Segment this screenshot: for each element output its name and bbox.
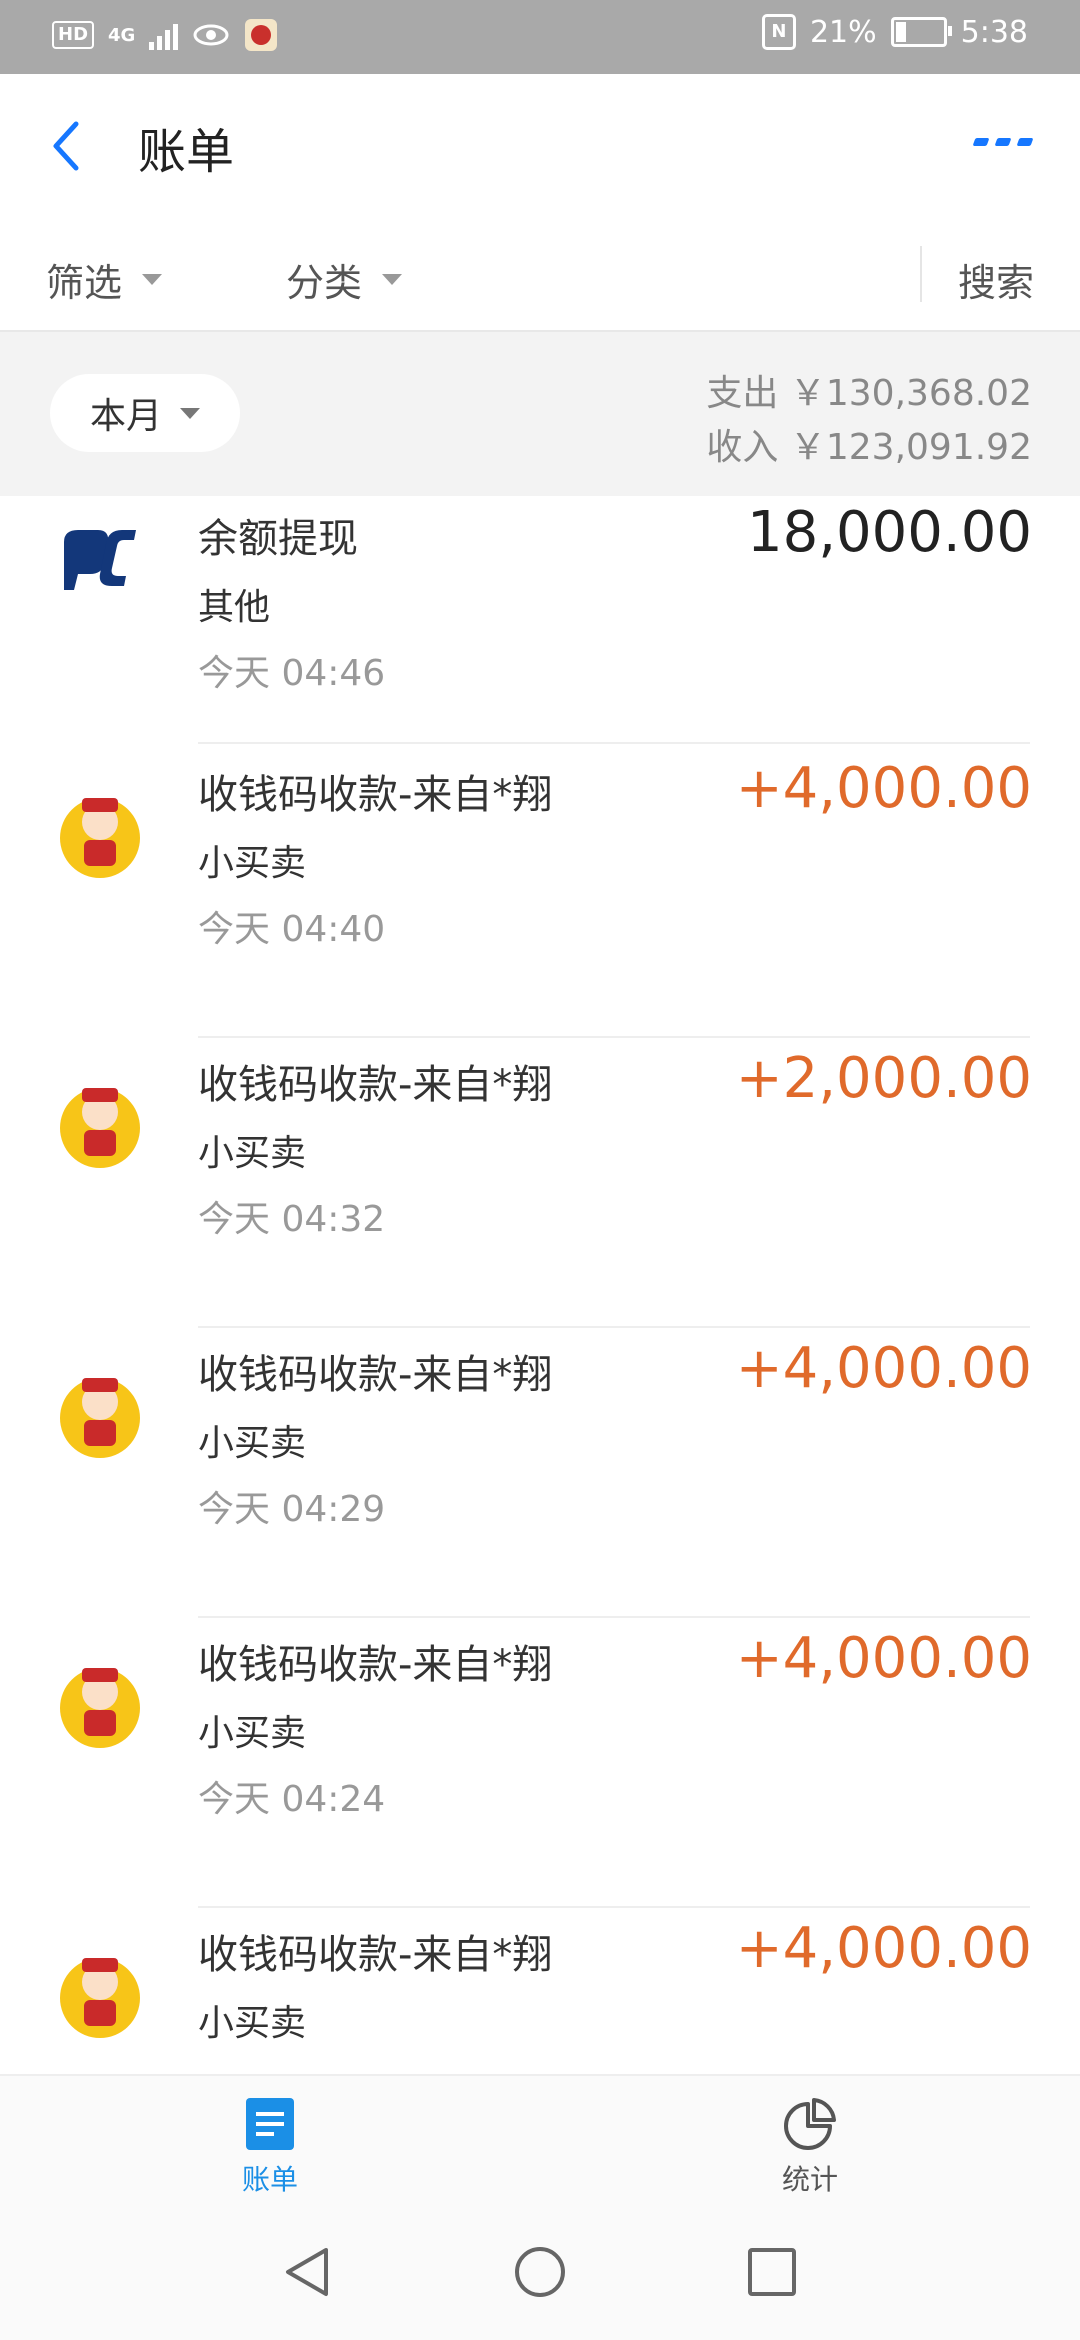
tab-stats-label: 统计 [781, 2163, 838, 2196]
transaction-name: 收钱码收款-来自*翔 [198, 1352, 553, 1398]
month-summary: 本月 支出 ￥130,368.02 收入 ￥123,091.92 [0, 332, 1080, 496]
merchant-avatar-icon [60, 798, 140, 878]
transaction-list[interactable]: 余额提现 其他 今天 04:46 18,000.00 收钱码收款-来自*翔 小买… [0, 496, 1080, 2074]
nav-recents-icon[interactable] [746, 2244, 798, 2300]
divider [198, 742, 1030, 744]
transaction-time: 今天 04:32 [198, 1199, 386, 1240]
caret-down-icon [180, 407, 200, 419]
transaction-category: 小买卖 [198, 843, 307, 884]
transaction-category: 其他 [198, 587, 271, 628]
tab-stats[interactable]: 统计 [770, 2096, 850, 2198]
transaction-time: 今天 04:40 [198, 909, 386, 950]
bottom-tab-bar: 账单 统计 [0, 2074, 1080, 2212]
back-arrow-icon[interactable] [40, 118, 96, 174]
caret-down-icon [382, 274, 403, 285]
transaction-time: 今天 04:46 [198, 653, 386, 694]
transaction-row[interactable]: 余额提现 其他 今天 04:46 18,000.00 [0, 496, 1080, 744]
merchant-avatar-icon [60, 1378, 140, 1458]
transaction-name: 余额提现 [198, 516, 358, 562]
transaction-amount: 18,000.00 [746, 500, 1032, 565]
month-selector[interactable]: 本月 [50, 374, 240, 452]
signal-icon [149, 20, 179, 50]
battery-icon [890, 17, 952, 47]
transaction-amount: +2,000.00 [735, 1046, 1032, 1111]
transaction-name: 收钱码收款-来自*翔 [198, 772, 553, 818]
transaction-row[interactable]: 收钱码收款-来自*翔 小买卖 今天 04:32 +2,000.00 [0, 1038, 1080, 1328]
status-bar: HD 4G N 21% 5:38 [0, 0, 1080, 74]
network-type: 4G [108, 24, 136, 46]
transaction-category: 小买卖 [198, 1713, 307, 1754]
transaction-name: 收钱码收款-来自*翔 [198, 1932, 553, 1978]
filter-label: 筛选 [46, 261, 123, 305]
category-dropdown[interactable]: 分类 [286, 252, 403, 307]
battery-percent: 21% [809, 14, 877, 50]
tab-bill[interactable]: 账单 [230, 2096, 310, 2198]
merchant-avatar-icon [60, 1668, 140, 1748]
transaction-row[interactable]: 收钱码收款-来自*翔 小买卖 +4,000.00 [0, 1908, 1080, 2074]
category-label: 分类 [286, 261, 363, 305]
nfc-icon: N [761, 14, 796, 50]
filter-bar: 筛选 分类 搜索 [0, 218, 1080, 332]
transaction-row[interactable]: 收钱码收款-来自*翔 小买卖 今天 04:29 +4,000.00 [0, 1328, 1080, 1618]
more-icon[interactable] [972, 138, 1034, 146]
bill-list-icon [246, 2098, 294, 2150]
income-total: 收入 ￥123,091.92 [706, 427, 1032, 468]
tab-bill-label: 账单 [241, 2163, 298, 2196]
transaction-category: 小买卖 [198, 2003, 307, 2044]
divider [920, 246, 922, 302]
page-title: 账单 [138, 124, 235, 180]
transaction-row[interactable]: 收钱码收款-来自*翔 小买卖 今天 04:24 +4,000.00 [0, 1618, 1080, 1908]
pie-chart-icon [784, 2098, 836, 2150]
transaction-amount: +4,000.00 [735, 756, 1032, 821]
merchant-avatar-icon [60, 1958, 140, 2038]
transaction-category: 小买卖 [198, 1423, 307, 1464]
eye-icon [193, 24, 229, 46]
transaction-time: 今天 04:29 [198, 1489, 386, 1530]
clock: 5:38 [960, 14, 1028, 50]
hd-icon: HD [52, 21, 95, 49]
bank-logo-icon [64, 530, 136, 590]
transaction-time: 今天 04:24 [198, 1779, 386, 1820]
caret-down-icon [142, 274, 163, 285]
transaction-amount: +4,000.00 [735, 1336, 1032, 1401]
transaction-name: 收钱码收款-来自*翔 [198, 1062, 553, 1108]
search-button[interactable]: 搜索 [958, 252, 1034, 307]
transaction-amount: +4,000.00 [735, 1626, 1032, 1691]
expense-total: 支出 ￥130,368.02 [706, 373, 1032, 414]
system-nav-bar [0, 2210, 1080, 2340]
transaction-category: 小买卖 [198, 1133, 307, 1174]
nav-back-icon[interactable] [282, 2244, 332, 2300]
title-bar: 账单 [0, 74, 1080, 220]
merchant-avatar-icon [60, 1088, 140, 1168]
filter-dropdown[interactable]: 筛选 [46, 252, 163, 307]
app-notification-icon [245, 19, 278, 51]
nav-home-icon[interactable] [512, 2244, 568, 2300]
transaction-amount: +4,000.00 [735, 1916, 1032, 1981]
transaction-name: 收钱码收款-来自*翔 [198, 1642, 553, 1688]
transaction-row[interactable]: 收钱码收款-来自*翔 小买卖 今天 04:40 +4,000.00 [0, 748, 1080, 1038]
month-label: 本月 [89, 396, 162, 437]
